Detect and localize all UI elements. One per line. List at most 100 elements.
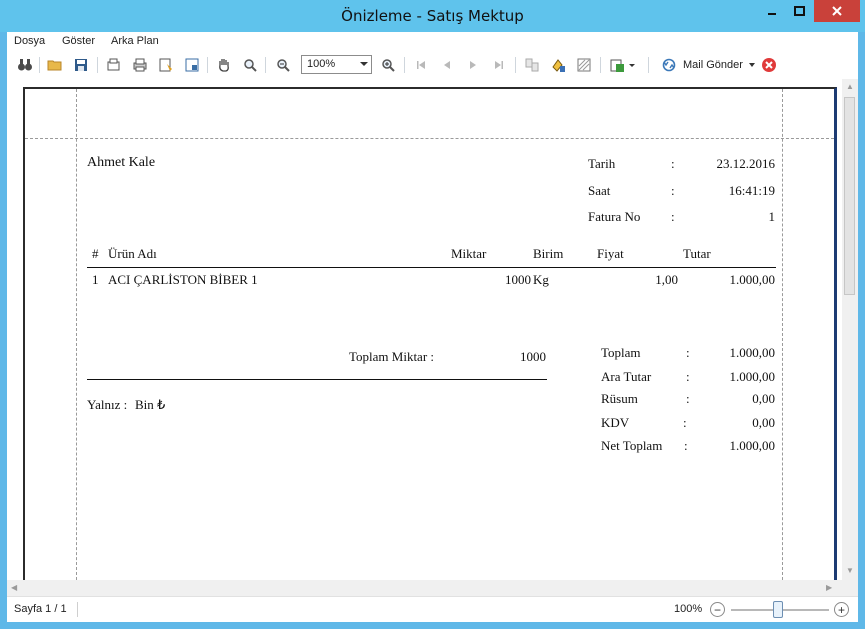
toolbar-separator xyxy=(207,57,208,73)
row-price: 1,00 xyxy=(655,272,678,287)
menu-goster[interactable]: Göster xyxy=(62,35,95,47)
close-preview-icon[interactable] xyxy=(759,55,779,75)
maximize-button[interactable] xyxy=(786,0,813,22)
in-words-value: Bin ₺ xyxy=(135,397,166,412)
total-qty-value: 1000 xyxy=(520,349,546,364)
multiple-pages-icon[interactable] xyxy=(522,55,542,75)
total-qty-label: Toplam Miktar : xyxy=(349,349,435,364)
totals-value-net-toplam: 1.000,00 xyxy=(729,438,776,453)
totals-label-net-toplam: Net Toplam xyxy=(601,438,663,453)
totals-sep-rusum: : xyxy=(686,391,690,406)
scroll-left-icon[interactable]: ◀ xyxy=(11,583,17,592)
in-words-label: Yalnız : xyxy=(87,397,128,412)
minimize-button[interactable] xyxy=(759,0,785,22)
vertical-scrollbar[interactable]: ▲ ▼ xyxy=(842,79,858,580)
row-total: 1.000,00 xyxy=(729,272,776,287)
last-page-icon[interactable] xyxy=(489,55,509,75)
zoom-out-button[interactable]: − xyxy=(710,602,725,617)
plus-icon: + xyxy=(837,602,845,617)
totals-label-rusum: Rüsum xyxy=(601,391,638,406)
col-header-unit: Birim xyxy=(533,246,564,261)
minus-icon: − xyxy=(713,602,721,617)
info-value-date: 23.12.2016 xyxy=(716,156,776,171)
info-value-time: 16:41:19 xyxy=(728,183,775,198)
totals-value-toplam: 1.000,00 xyxy=(729,345,776,360)
next-page-icon[interactable] xyxy=(463,55,483,75)
scroll-down-icon[interactable]: ▼ xyxy=(846,566,854,575)
export-dropdown[interactable] xyxy=(627,55,637,75)
minimize-icon xyxy=(768,13,776,15)
toolbar-separator xyxy=(265,57,266,73)
left-margin-guide xyxy=(76,89,77,580)
toolbar-separator xyxy=(97,57,98,73)
chevron-down-icon xyxy=(629,64,635,67)
export-icon[interactable] xyxy=(607,55,627,75)
open-folder-icon[interactable] xyxy=(45,55,65,75)
hand-tool-icon[interactable] xyxy=(214,55,234,75)
close-button[interactable] xyxy=(814,0,860,22)
zoom-slider-thumb[interactable] xyxy=(773,601,783,618)
mail-send-label: Mail Gönder xyxy=(683,59,743,71)
menu-bar: Dosya Göster Arka Plan xyxy=(7,32,858,52)
zoom-out-icon[interactable] xyxy=(273,55,293,75)
toolbar: 100% Mail Gönder xyxy=(7,52,858,78)
totals-sep-ara-tutar: : xyxy=(686,369,690,384)
totals-label-kdv: KDV xyxy=(601,415,630,430)
zoom-in-icon[interactable] xyxy=(378,55,398,75)
scroll-up-icon[interactable]: ▲ xyxy=(846,82,854,91)
chevron-down-icon xyxy=(360,62,368,66)
info-value-invoice: 1 xyxy=(768,209,776,224)
magnifier-icon[interactable] xyxy=(240,55,260,75)
right-margin-guide xyxy=(782,89,783,580)
info-label-date: Tarih xyxy=(588,156,616,171)
menu-dosya[interactable]: Dosya xyxy=(14,35,45,47)
zoom-combobox-value: 100% xyxy=(307,58,336,70)
vertical-scroll-thumb[interactable] xyxy=(844,97,855,295)
page-setup-icon[interactable] xyxy=(104,55,124,75)
zoom-combobox[interactable]: 100% xyxy=(301,55,372,74)
top-margin-guide xyxy=(25,138,834,139)
col-header-no: # xyxy=(92,246,99,261)
row-product: ACI ÇARLİSTON BİBER 1 xyxy=(108,272,258,287)
totals-value-kdv: 0,00 xyxy=(752,415,775,430)
zoom-level-label: 100% xyxy=(674,603,703,615)
client-area: Dosya Göster Arka Plan 100% Mail Gönder … xyxy=(7,32,858,622)
page-layout-icon[interactable] xyxy=(182,55,202,75)
binoculars-icon[interactable] xyxy=(15,55,35,75)
totals-label-toplam: Toplam xyxy=(601,345,641,360)
totals-sep-net-toplam: : xyxy=(684,438,688,453)
maximize-icon xyxy=(794,6,805,16)
info-label-invoice: Fatura No xyxy=(588,209,641,224)
title-bar: Önizleme - Satış Mektup xyxy=(0,0,865,32)
totals-value-ara-tutar: 1.000,00 xyxy=(729,369,776,384)
window-title: Önizleme - Satış Mektup xyxy=(341,7,524,25)
horizontal-scrollbar[interactable]: ◀ ▶ xyxy=(7,580,858,596)
page-color-icon[interactable] xyxy=(548,55,568,75)
zoom-in-button[interactable]: + xyxy=(834,602,849,617)
table-header-rule xyxy=(87,267,776,268)
toolbar-separator xyxy=(600,57,601,73)
toolbar-separator xyxy=(515,57,516,73)
first-page-icon[interactable] xyxy=(411,55,431,75)
totals-sep-kdv: : xyxy=(683,415,687,430)
watermark-icon[interactable] xyxy=(574,55,594,75)
print-icon[interactable] xyxy=(130,55,150,75)
toolbar-separator xyxy=(39,57,40,73)
chevron-down-icon xyxy=(748,63,755,67)
row-qty: 1000 xyxy=(505,272,531,287)
info-sep-date: : xyxy=(671,156,675,171)
scroll-right-icon[interactable]: ▶ xyxy=(826,583,832,592)
row-unit: Kg xyxy=(533,272,549,287)
col-header-total: Tutar xyxy=(683,246,711,261)
totals-value-rusum: 0,00 xyxy=(752,391,775,406)
info-sep-time: : xyxy=(671,183,675,198)
previous-page-icon[interactable] xyxy=(437,55,457,75)
mail-send-button[interactable]: Mail Gönder xyxy=(661,55,755,75)
quick-print-icon[interactable] xyxy=(156,55,176,75)
totals-rule xyxy=(87,379,547,380)
totals-sep-toplam: : xyxy=(686,345,690,360)
save-icon[interactable] xyxy=(71,55,91,75)
mail-icon xyxy=(662,58,676,72)
menu-arka-plan[interactable]: Arka Plan xyxy=(111,35,159,47)
preview-area[interactable]: Ahmet Kale Tarih : 23.12.2016 Saat : 16:… xyxy=(15,79,851,580)
